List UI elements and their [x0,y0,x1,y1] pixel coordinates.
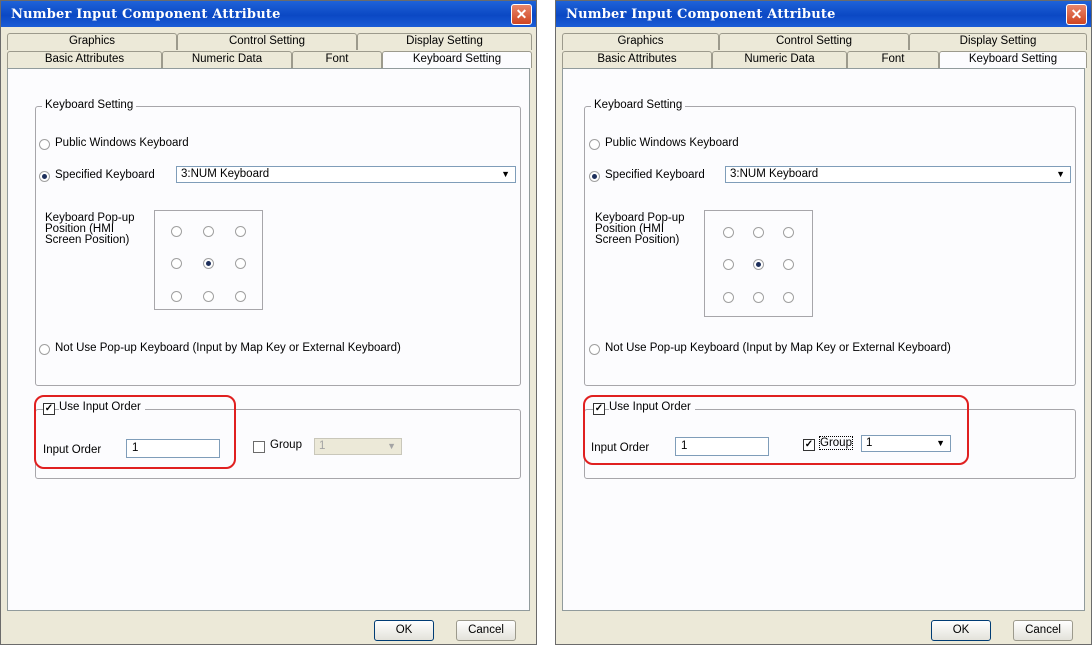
tab-font[interactable]: Font [292,51,382,68]
not-use-popup-label: Not Use Pop-up Keyboard (Input by Map Ke… [605,342,951,354]
tab-panel: Keyboard Setting Public Windows Keyboard… [562,68,1085,611]
specified-keyboard-label: Specified Keyboard [605,169,705,181]
position-radio-middle-right[interactable] [783,259,794,270]
tab-basic-attributes[interactable]: Basic Attributes [562,51,712,68]
ok-button[interactable]: OK [374,620,434,641]
tab-row-bottom: Basic Attributes Numeric Data Font Keybo… [7,51,532,68]
not-use-popup-label: Not Use Pop-up Keyboard (Input by Map Ke… [55,342,401,354]
window-title: Number Input Component Attribute [11,7,281,22]
keyboard-setting-legend: Keyboard Setting [591,99,686,111]
position-radio-bottom-left[interactable] [171,291,182,302]
group-checkbox[interactable] [253,441,265,453]
specified-keyboard-label: Specified Keyboard [55,169,155,181]
tab-keyboard-setting[interactable]: Keyboard Setting [939,51,1087,68]
tab-keyboard-setting[interactable]: Keyboard Setting [382,51,532,68]
tab-row-top: Graphics Control Setting Display Setting [7,33,532,50]
specified-keyboard-radio[interactable] [39,171,50,182]
position-radio-center[interactable] [203,258,214,269]
tab-numeric-data[interactable]: Numeric Data [712,51,847,68]
popup-position-label: Keyboard Pop-up Position (HMI Screen Pos… [595,212,685,246]
popup-position-label: Keyboard Pop-up Position (HMI Screen Pos… [45,212,135,246]
tab-display-setting[interactable]: Display Setting [357,33,532,50]
position-radio-middle-right[interactable] [235,258,246,269]
dialog-window-right: Number Input Component Attribute ✕ Graph… [555,0,1092,645]
not-use-popup-radio[interactable] [39,344,50,355]
public-keyboard-radio[interactable] [589,139,600,150]
tab-row-top: Graphics Control Setting Display Setting [562,33,1087,50]
position-radio-bottom-left[interactable] [723,292,734,303]
position-radio-top-left[interactable] [171,226,182,237]
position-radio-top-center[interactable] [203,226,214,237]
tab-row-bottom: Basic Attributes Numeric Data Font Keybo… [562,51,1087,68]
tab-graphics[interactable]: Graphics [7,33,177,50]
position-radio-top-right[interactable] [783,227,794,238]
position-radio-middle-left[interactable] [723,259,734,270]
position-radio-top-left[interactable] [723,227,734,238]
chevron-down-icon: ▼ [1056,169,1065,179]
keyboard-select-value: 3:NUM Keyboard [181,168,270,180]
close-icon[interactable]: ✕ [511,4,532,25]
tab-control-setting[interactable]: Control Setting [719,33,909,50]
title-bar[interactable]: Number Input Component Attribute ✕ [1,1,536,27]
chevron-down-icon: ▼ [501,169,510,179]
chevron-down-icon: ▼ [387,441,396,451]
keyboard-select[interactable]: 3:NUM Keyboard ▼ [725,166,1071,183]
position-radio-bottom-right[interactable] [235,291,246,302]
public-keyboard-radio[interactable] [39,139,50,150]
position-radio-bottom-right[interactable] [783,292,794,303]
tab-control-setting[interactable]: Control Setting [177,33,357,50]
position-radio-middle-left[interactable] [171,258,182,269]
keyboard-select[interactable]: 3:NUM Keyboard ▼ [176,166,516,183]
highlight-annotation [34,395,236,469]
not-use-popup-radio[interactable] [589,344,600,355]
title-bar[interactable]: Number Input Component Attribute ✕ [556,1,1091,27]
dialog-window-left: Number Input Component Attribute ✕ Graph… [0,0,537,645]
group-select-value: 1 [319,440,326,452]
public-keyboard-label: Public Windows Keyboard [605,137,739,149]
tab-graphics[interactable]: Graphics [562,33,719,50]
tab-basic-attributes[interactable]: Basic Attributes [7,51,162,68]
cancel-button[interactable]: Cancel [1013,620,1073,641]
cancel-button[interactable]: Cancel [456,620,516,641]
specified-keyboard-radio[interactable] [589,171,600,182]
position-radio-top-right[interactable] [235,226,246,237]
window-title: Number Input Component Attribute [566,7,836,22]
group-label: Group [270,439,302,451]
tab-numeric-data[interactable]: Numeric Data [162,51,292,68]
tab-panel: Keyboard Setting Public Windows Keyboard… [7,68,530,611]
ok-button[interactable]: OK [931,620,991,641]
tab-display-setting[interactable]: Display Setting [909,33,1087,50]
public-keyboard-label: Public Windows Keyboard [55,137,189,149]
position-radio-bottom-center[interactable] [203,291,214,302]
group-select[interactable]: 1 ▼ [314,438,402,455]
keyboard-select-value: 3:NUM Keyboard [730,168,819,180]
close-icon[interactable]: ✕ [1066,4,1087,25]
position-radio-top-center[interactable] [753,227,764,238]
position-radio-bottom-center[interactable] [753,292,764,303]
tab-font[interactable]: Font [847,51,939,68]
position-radio-center[interactable] [753,259,764,270]
highlight-annotation [583,395,969,465]
keyboard-setting-legend: Keyboard Setting [42,99,137,111]
